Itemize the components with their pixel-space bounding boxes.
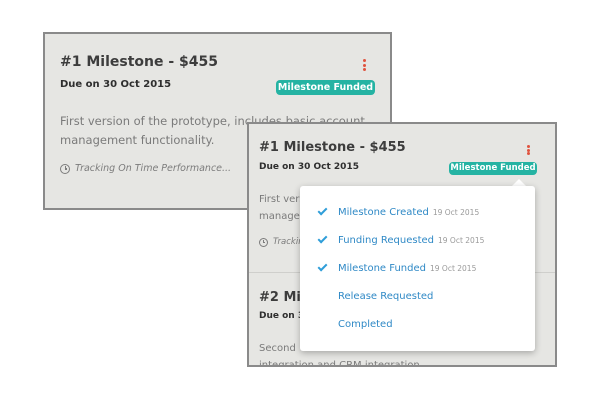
status-label: Release Requested: [338, 290, 434, 302]
status-label: Completed: [338, 318, 393, 330]
status-item-completed[interactable]: Completed: [300, 314, 535, 334]
milestone-due-date: Due on 30 Oct 2015: [60, 79, 172, 90]
milestone-title: #1 Milestone - $455: [60, 54, 218, 70]
status-item-funding-requested[interactable]: Funding Requested 19 Oct 2015: [300, 230, 535, 250]
status-badge[interactable]: Milestone Funded: [449, 162, 537, 175]
dropdown-arrow: [512, 179, 526, 186]
milestone-due-date: Due on 30 Oct 2015: [259, 162, 359, 172]
status-label: Funding Requested: [338, 234, 434, 246]
description-line: integration and CRM integration.: [259, 360, 423, 367]
tracking-label: Trackin: [273, 237, 304, 247]
check-icon: [317, 261, 328, 272]
status-date: 19 Oct 2015: [429, 263, 477, 273]
status-item-release-requested[interactable]: Release Requested: [300, 286, 535, 306]
status-badge: Milestone Funded: [276, 80, 375, 95]
status-date: 19 Oct 2015: [438, 235, 485, 245]
tracking-status: Trackin: [259, 237, 304, 247]
milestone-title: #1 Milestone - $455: [259, 140, 406, 155]
status-item-milestone-created[interactable]: Milestone Created 19 Oct 2015: [300, 202, 535, 222]
check-icon: [317, 233, 328, 244]
status-item-milestone-funded[interactable]: Milestone Funded 19 Oct 2015: [300, 258, 535, 278]
tracking-label: Tracking On Time Performance...: [75, 163, 232, 174]
status-date: 19 Oct 2015: [432, 207, 480, 217]
check-icon: [317, 205, 328, 216]
kebab-menu-icon[interactable]: [527, 145, 530, 155]
kebab-menu-icon[interactable]: [363, 59, 366, 71]
status-label: Milestone Funded: [338, 262, 426, 274]
clock-icon: [259, 237, 268, 247]
status-dropdown: Milestone Created 19 Oct 2015 Funding Req…: [300, 186, 535, 351]
status-label: Milestone Created: [338, 206, 429, 218]
tracking-status: Tracking On Time Performance...: [60, 163, 231, 174]
clock-icon: [60, 163, 70, 174]
